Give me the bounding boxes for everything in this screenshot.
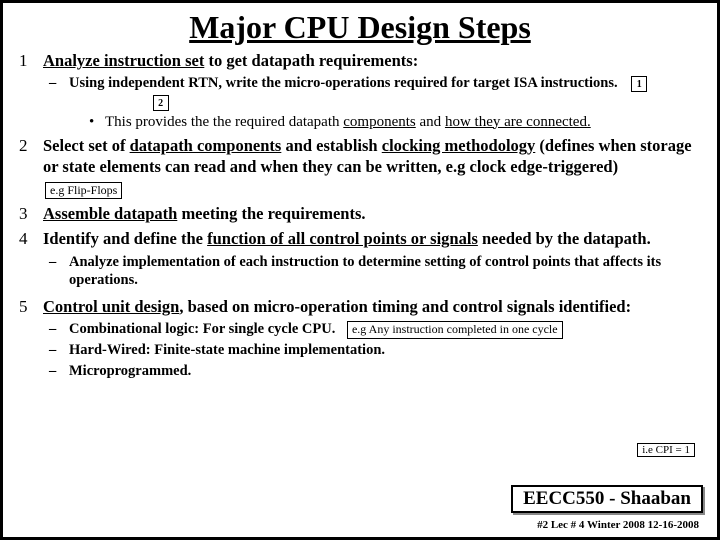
annotation-box-2: 2 [153, 95, 169, 111]
text: Combinational logic: For single cycle CP… [69, 321, 335, 337]
slide-title: Major CPU Design Steps [19, 9, 701, 46]
step-text: Control unit design, based on micro-oper… [43, 296, 701, 318]
inline-box-instruction: e.g Any instruction completed in one cyc… [347, 321, 563, 339]
text: meeting the requirements. [177, 204, 365, 223]
step-4: 4 Identify and define the function of al… [19, 228, 701, 250]
step-text: Assemble datapath meeting the requiremen… [43, 203, 701, 225]
underlined-text: Control unit design [43, 297, 179, 316]
step-number: 4 [19, 228, 43, 250]
content: 1 Analyze instruction set to get datapat… [19, 50, 701, 380]
text: Using independent RTN, write the micro-o… [69, 75, 618, 91]
step-number: 1 [19, 50, 43, 72]
text: and establish [281, 136, 381, 155]
text: Select set of [43, 136, 130, 155]
underlined-text: Assemble datapath [43, 204, 177, 223]
step-number: 5 [19, 296, 43, 318]
step-number: 2 [19, 135, 43, 157]
step-text: Analyze instruction set to get datapath … [43, 50, 701, 72]
underlined-text: datapath components [130, 136, 282, 155]
step-text: Select set of datapath components and es… [43, 135, 701, 200]
text: Identify and define the [43, 229, 207, 248]
underlined-text: how they are connected. [445, 114, 591, 130]
inline-box-cpi: i.e CPI = 1 [637, 443, 695, 457]
course-badge: EECC550 - Shaaban [511, 485, 703, 513]
step-3: 3 Assemble datapath meeting the requirem… [19, 203, 701, 225]
step-5-bullet-1: Combinational logic: For single cycle CP… [19, 320, 701, 339]
step-5: 5 Control unit design, based on micro-op… [19, 296, 701, 318]
step-5-bullet-3: Microprogrammed. [19, 362, 701, 381]
step-text: Identify and define the function of all … [43, 228, 701, 250]
step-2: 2 Select set of datapath components and … [19, 135, 701, 200]
text: and [416, 114, 445, 130]
text: , based on micro-operation timing and co… [179, 297, 631, 316]
step-1-bullet: Using independent RTN, write the micro-o… [19, 74, 701, 111]
footer-meta: #2 Lec # 4 Winter 2008 12-16-2008 [537, 519, 699, 531]
underlined-text: function of all control points or signal… [207, 229, 478, 248]
text: to get datapath requirements: [204, 51, 418, 70]
text: Microprogrammed. [69, 363, 191, 379]
text: This provides the the required datapath [105, 114, 343, 130]
text: Analyze implementation of each instructi… [69, 254, 661, 289]
text: needed by the datapath. [478, 229, 651, 248]
text: Hard-Wired: Finite-state machine impleme… [69, 342, 385, 358]
step-4-bullet: Analyze implementation of each instructi… [19, 253, 701, 290]
underlined-text: clocking methodology [382, 136, 536, 155]
inline-box-flipflops: e.g Flip-Flops [45, 182, 122, 200]
slide: Major CPU Design Steps 1 Analyze instruc… [0, 0, 720, 540]
underlined-text: Analyze instruction set [43, 51, 204, 70]
step-1: 1 Analyze instruction set to get datapat… [19, 50, 701, 72]
step-number: 3 [19, 203, 43, 225]
step-5-bullet-2: Hard-Wired: Finite-state machine impleme… [19, 341, 701, 360]
underlined-text: components [343, 114, 416, 130]
step-1-subbullet: This provides the the required datapath … [19, 113, 701, 132]
annotation-box-1: 1 [631, 76, 647, 92]
